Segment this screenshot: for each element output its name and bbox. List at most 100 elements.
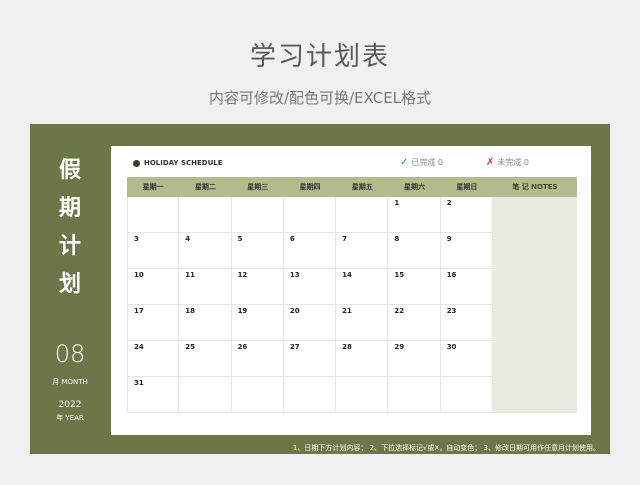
day-number: 31 — [134, 379, 144, 387]
calendar-day-cell[interactable]: 2 — [440, 197, 493, 233]
day-number: 7 — [342, 235, 347, 243]
calendar-day-cell[interactable]: 3 — [127, 233, 180, 269]
day-number: 16 — [446, 271, 457, 279]
calendar-day-cell[interactable]: 5 — [231, 233, 284, 269]
calendar-day-cell[interactable]: 17 — [127, 305, 180, 341]
calendar-day-cell[interactable] — [231, 197, 284, 233]
calendar-day-cell[interactable]: 1 — [388, 197, 441, 233]
side-title-char: 计 — [58, 234, 81, 259]
weeks-container: 1 2 3 4 5 6 7 8 9 10 11 12 13 14 15 16 17 18 19 20 21 22 23 24 2… — [127, 197, 493, 413]
day-number: 29 — [394, 343, 405, 351]
weekday-header: 星期四 — [299, 183, 321, 191]
calendar-day-cell[interactable]: 30 — [440, 341, 493, 377]
day-number: 11 — [185, 271, 196, 279]
calendar-week-row: 3 4 5 6 7 8 9 — [127, 233, 493, 269]
day-number: 3 — [134, 235, 139, 243]
day-number: 24 — [134, 343, 144, 351]
day-number: 30 — [446, 343, 457, 351]
side-title-char: 期 — [58, 196, 81, 221]
calendar-day-cell[interactable]: 28 — [336, 341, 389, 377]
undone-counter: ✗ 未完成 0 — [486, 157, 529, 168]
day-number: 2 — [446, 199, 452, 207]
day-number: 18 — [185, 307, 196, 315]
bullet-dot-icon — [133, 160, 140, 167]
calendar-week-row: 24 25 26 27 28 29 30 — [127, 341, 493, 377]
calendar-day-cell[interactable]: 31 — [127, 377, 180, 413]
calendar-day-cell[interactable]: 12 — [231, 269, 284, 305]
calendar-day-cell[interactable]: 27 — [283, 341, 337, 377]
calendar-day-cell[interactable] — [127, 197, 180, 233]
calendar-day-cell[interactable]: 16 — [440, 269, 493, 305]
day-number: 1 — [394, 199, 400, 207]
day-number: 26 — [237, 343, 248, 351]
calendar-day-cell[interactable] — [440, 377, 493, 413]
side-title-char: 假 — [58, 158, 81, 183]
calendar-day-cell[interactable]: 29 — [388, 341, 441, 377]
calendar-body: 1 2 3 4 5 6 7 8 9 10 11 12 13 14 15 16 17 18 19 20 21 22 23 24 2… — [127, 197, 577, 413]
calendar-week-row: 31 — [127, 377, 493, 413]
calendar-day-cell[interactable] — [179, 197, 232, 233]
day-number: 19 — [237, 307, 248, 315]
day-number: 15 — [394, 271, 405, 279]
calendar-day-cell[interactable]: 15 — [388, 269, 441, 305]
day-number: 22 — [394, 307, 405, 315]
calendar-day-cell[interactable]: 19 — [231, 305, 284, 341]
calendar-day-cell[interactable]: 8 — [388, 233, 441, 269]
calendar-day-cell[interactable]: 22 — [388, 305, 441, 341]
calendar-card: HOLIDAY SCHEDULE ✓ 已完成 0 ✗ 未完成 0 星期一 星期二 星… — [111, 146, 591, 435]
calendar-day-cell[interactable]: 13 — [283, 269, 337, 305]
calendar-day-cell[interactable]: 26 — [231, 341, 284, 377]
calendar-day-cell[interactable]: 7 — [336, 233, 389, 269]
side-title: 假 期 计 划 — [30, 152, 110, 304]
calendar-day-cell[interactable] — [231, 377, 284, 413]
planner-frame: 假 期 计 划 08 月 MONTH 2022 年 YEAR HOLIDAY S… — [30, 124, 610, 454]
calendar-day-cell[interactable]: 9 — [440, 233, 493, 269]
day-number: 23 — [446, 307, 457, 315]
calendar-day-cell[interactable]: 24 — [127, 341, 180, 377]
calendar-day-cell[interactable] — [336, 377, 389, 413]
day-number: 13 — [289, 271, 300, 279]
weekday-header: 星期一 — [142, 183, 164, 191]
day-number: 27 — [289, 343, 300, 351]
weekday-header: 星期五 — [351, 183, 373, 191]
day-number: 12 — [237, 271, 248, 279]
calendar-day-cell[interactable] — [388, 377, 441, 413]
side-title-char: 划 — [58, 272, 81, 297]
month-number[interactable]: 08 — [30, 340, 110, 368]
calendar-day-cell[interactable]: 11 — [179, 269, 232, 305]
calendar-day-cell[interactable]: 14 — [336, 269, 389, 305]
day-number: 14 — [342, 271, 352, 279]
year-label: 年 YEAR — [56, 414, 84, 422]
undone-count-text: 未完成 0 — [497, 158, 530, 167]
day-number: 8 — [394, 235, 400, 243]
day-number: 4 — [185, 235, 191, 243]
calendar-week-row: 17 18 19 20 21 22 23 — [127, 305, 493, 341]
day-number: 6 — [289, 235, 295, 243]
calendar-day-cell[interactable] — [283, 377, 337, 413]
day-number: 10 — [134, 271, 144, 279]
year-number[interactable]: 2022 — [30, 400, 110, 410]
calendar-day-cell[interactable]: 10 — [127, 269, 180, 305]
schedule-label: HOLIDAY SCHEDULE — [144, 159, 223, 167]
day-number: 5 — [237, 235, 243, 243]
day-number: 9 — [446, 235, 452, 243]
calendar-day-cell[interactable]: 18 — [179, 305, 232, 341]
month-label: 月 MONTH — [52, 378, 88, 386]
calendar-day-cell[interactable]: 25 — [179, 341, 232, 377]
notes-header: 笔 记 NOTES — [512, 183, 558, 191]
notes-area[interactable] — [493, 197, 577, 413]
calendar-grid: 星期一 星期二 星期三 星期四 星期五 星期六 星期日 笔 记 NOTES 12… — [127, 177, 577, 413]
calendar-day-cell[interactable] — [179, 377, 232, 413]
day-number: 20 — [289, 307, 300, 315]
calendar-day-cell[interactable]: 23 — [440, 305, 493, 341]
calendar-day-cell[interactable]: 20 — [283, 305, 337, 341]
calendar-day-cell[interactable] — [336, 197, 389, 233]
footer-instructions: 1、日期下方计划内容； 2、下拉选择标记√或X，自动变色； 3、修改日期可用作任… — [292, 444, 600, 452]
weekday-header: 星期二 — [194, 183, 216, 191]
cross-icon: ✗ — [486, 157, 495, 168]
calendar-day-cell[interactable]: 4 — [179, 233, 232, 269]
calendar-day-cell[interactable]: 21 — [336, 305, 389, 341]
calendar-day-cell[interactable]: 6 — [283, 233, 337, 269]
calendar-day-cell[interactable] — [283, 197, 337, 233]
weekday-header: 星期三 — [247, 183, 269, 191]
